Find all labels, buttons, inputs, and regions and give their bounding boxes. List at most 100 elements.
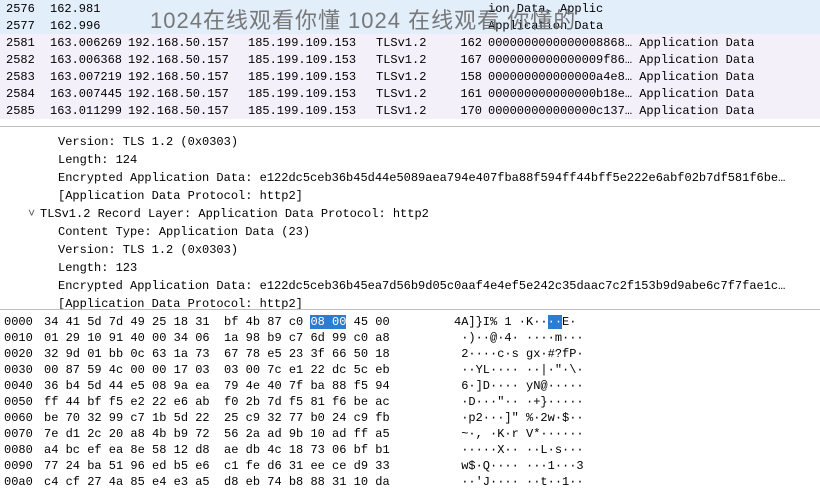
hex-ascii: ·D···"·· ·+}····· <box>454 394 820 410</box>
hex-ascii: ·)··@·4· ····m··· <box>454 330 820 346</box>
col-len: 161 <box>442 87 482 101</box>
col-len: 158 <box>442 70 482 84</box>
hex-row[interactable]: 002032 9d 01 bb 0c 63 1a 73 67 78 e5 23 … <box>4 346 820 362</box>
col-proto: TLSv1.2 <box>376 70 442 84</box>
col-proto: TLSv1.2 <box>376 104 442 118</box>
hex-offset: 0050 <box>4 394 44 410</box>
col-time: 162.981 <box>50 2 128 16</box>
hex-bytes: c4 cf 27 4a 85 e4 e3 a5 d8 eb 74 b8 88 3… <box>44 474 454 490</box>
hex-ascii: ~·, ·K·r V*······ <box>454 426 820 442</box>
col-info: 0000000000000008868… Application Data <box>488 36 820 50</box>
col-dst: 185.199.109.153 <box>248 87 376 101</box>
hex-ascii: 4A]}I% 1 ·K····E· <box>454 314 820 330</box>
hex-row[interactable]: 0080a4 bc ef ea 8e 58 12 d8 ae db 4c 18 … <box>4 442 820 458</box>
col-len: 162 <box>442 36 482 50</box>
packet-row[interactable]: 2585163.011299192.168.50.157185.199.109.… <box>0 102 820 119</box>
col-time: 163.006368 <box>50 53 128 67</box>
hex-offset: 0010 <box>4 330 44 346</box>
detail-line[interactable]: Version: TLS 1.2 (0x0303) <box>10 241 820 259</box>
detail-line[interactable]: Version: TLS 1.2 (0x0303) <box>10 133 820 151</box>
col-info: Application Data <box>488 19 820 33</box>
hex-ascii: ··YL···· ··|·"·\· <box>454 362 820 378</box>
hex-row[interactable]: 000034 41 5d 7d 49 25 18 31 bf 4b 87 c0 … <box>4 314 820 330</box>
col-info: 000000000000000c137… Application Data <box>488 104 820 118</box>
chevron-down-icon[interactable]: ˅ <box>28 205 40 223</box>
col-dst: 185.199.109.153 <box>248 104 376 118</box>
col-no: 2581 <box>6 36 50 50</box>
col-time: 162.996 <box>50 19 128 33</box>
hex-ascii: ·p2···]" %·2w·$·· <box>454 410 820 426</box>
packet-row[interactable]: 2583163.007219192.168.50.157185.199.109.… <box>0 68 820 85</box>
detail-line[interactable]: [Application Data Protocol: http2] <box>10 295 820 310</box>
col-dst: 185.199.109.153 <box>248 53 376 67</box>
col-no: 2585 <box>6 104 50 118</box>
hex-bytes: a4 bc ef ea 8e 58 12 d8 ae db 4c 18 73 0… <box>44 442 454 458</box>
hex-bytes: 77 24 ba 51 96 ed b5 e6 c1 fe d6 31 ee c… <box>44 458 454 474</box>
hex-row[interactable]: 00707e d1 2c 20 a8 4b b9 72 56 2a ad 9b … <box>4 426 820 442</box>
hex-row[interactable]: 0050ff 44 bf f5 e2 22 e6 ab f0 2b 7d f5 … <box>4 394 820 410</box>
packet-row[interactable]: 2584163.007445192.168.50.157185.199.109.… <box>0 85 820 102</box>
detail-line[interactable]: Encrypted Application Data: e122dc5ceb36… <box>10 169 820 187</box>
col-time: 163.006269 <box>50 36 128 50</box>
col-src: 192.168.50.157 <box>128 104 248 118</box>
col-proto: TLSv1.2 <box>376 53 442 67</box>
detail-line[interactable]: Encrypted Application Data: e122dc5ceb36… <box>10 277 820 295</box>
hex-row[interactable]: 004036 b4 5d 44 e5 08 9a ea 79 4e 40 7f … <box>4 378 820 394</box>
hex-offset: 0030 <box>4 362 44 378</box>
col-info: 000000000000000a4e8… Application Data <box>488 70 820 84</box>
hex-offset: 0060 <box>4 410 44 426</box>
hex-ascii: 6·]D···· yN@····· <box>454 378 820 394</box>
detail-line[interactable]: ˅TLSv1.2 Record Layer: Application Data … <box>10 205 820 223</box>
hex-bytes: 34 41 5d 7d 49 25 18 31 bf 4b 87 c0 08 0… <box>44 314 454 330</box>
col-info: ion Data, Applic <box>488 2 820 16</box>
col-len: 167 <box>442 53 482 67</box>
hex-ascii: ·····X·· ··L·s··· <box>454 442 820 458</box>
hex-dump[interactable]: 000034 41 5d 7d 49 25 18 31 bf 4b 87 c0 … <box>0 310 820 500</box>
col-src: 192.168.50.157 <box>128 70 248 84</box>
packet-list[interactable]: 2576162.981ion Data, Applic2577162.996Ap… <box>0 0 820 127</box>
hex-offset: 0070 <box>4 426 44 442</box>
col-dst: 185.199.109.153 <box>248 70 376 84</box>
detail-line[interactable]: Length: 123 <box>10 259 820 277</box>
col-proto: TLSv1.2 <box>376 87 442 101</box>
detail-line[interactable]: [Application Data Protocol: http2] <box>10 187 820 205</box>
detail-line[interactable]: Length: 124 <box>10 151 820 169</box>
hex-bytes: 32 9d 01 bb 0c 63 1a 73 67 78 e5 23 3f 6… <box>44 346 454 362</box>
hex-row[interactable]: 0060be 70 32 99 c7 1b 5d 22 25 c9 32 77 … <box>4 410 820 426</box>
hex-row[interactable]: 003000 87 59 4c 00 00 17 03 03 00 7c e1 … <box>4 362 820 378</box>
hex-bytes: 01 29 10 91 40 00 34 06 1a 98 b9 c7 6d 9… <box>44 330 454 346</box>
col-no: 2576 <box>6 2 50 16</box>
col-src: 192.168.50.157 <box>128 87 248 101</box>
hex-bytes: 00 87 59 4c 00 00 17 03 03 00 7c e1 22 d… <box>44 362 454 378</box>
col-time: 163.007445 <box>50 87 128 101</box>
packet-details[interactable]: Version: TLS 1.2 (0x0303)Length: 124Encr… <box>0 127 820 310</box>
hex-offset: 0090 <box>4 458 44 474</box>
hex-offset: 00a0 <box>4 474 44 490</box>
col-no: 2582 <box>6 53 50 67</box>
packet-row[interactable]: 2582163.006368192.168.50.157185.199.109.… <box>0 51 820 68</box>
packet-row[interactable]: 2581163.006269192.168.50.157185.199.109.… <box>0 34 820 51</box>
col-dst: 185.199.109.153 <box>248 36 376 50</box>
hex-row[interactable]: 009077 24 ba 51 96 ed b5 e6 c1 fe d6 31 … <box>4 458 820 474</box>
hex-ascii: 2····c·s gx·#?fP· <box>454 346 820 362</box>
hex-bytes: 36 b4 5d 44 e5 08 9a ea 79 4e 40 7f ba 8… <box>44 378 454 394</box>
col-no: 2583 <box>6 70 50 84</box>
hex-bytes: 7e d1 2c 20 a8 4b b9 72 56 2a ad 9b 10 a… <box>44 426 454 442</box>
col-time: 163.007219 <box>50 70 128 84</box>
hex-offset: 0040 <box>4 378 44 394</box>
hex-offset: 0080 <box>4 442 44 458</box>
hex-ascii: w$·Q···· ···1···3 <box>454 458 820 474</box>
col-info: 000000000000000b18e… Application Data <box>488 87 820 101</box>
detail-line[interactable]: Content Type: Application Data (23) <box>10 223 820 241</box>
col-proto: TLSv1.2 <box>376 36 442 50</box>
packet-row[interactable]: 2576162.981 ion Data, Applic <box>0 0 820 17</box>
hex-row[interactable]: 001001 29 10 91 40 00 34 06 1a 98 b9 c7 … <box>4 330 820 346</box>
col-no: 2584 <box>6 87 50 101</box>
col-info: 0000000000000009f86… Application Data <box>488 53 820 67</box>
packet-row[interactable]: 2577162.996Application Data <box>0 17 820 34</box>
hex-offset: 0020 <box>4 346 44 362</box>
col-len: 170 <box>442 104 482 118</box>
hex-offset: 0000 <box>4 314 44 330</box>
hex-row[interactable]: 00a0c4 cf 27 4a 85 e4 e3 a5 d8 eb 74 b8 … <box>4 474 820 490</box>
col-src: 192.168.50.157 <box>128 53 248 67</box>
